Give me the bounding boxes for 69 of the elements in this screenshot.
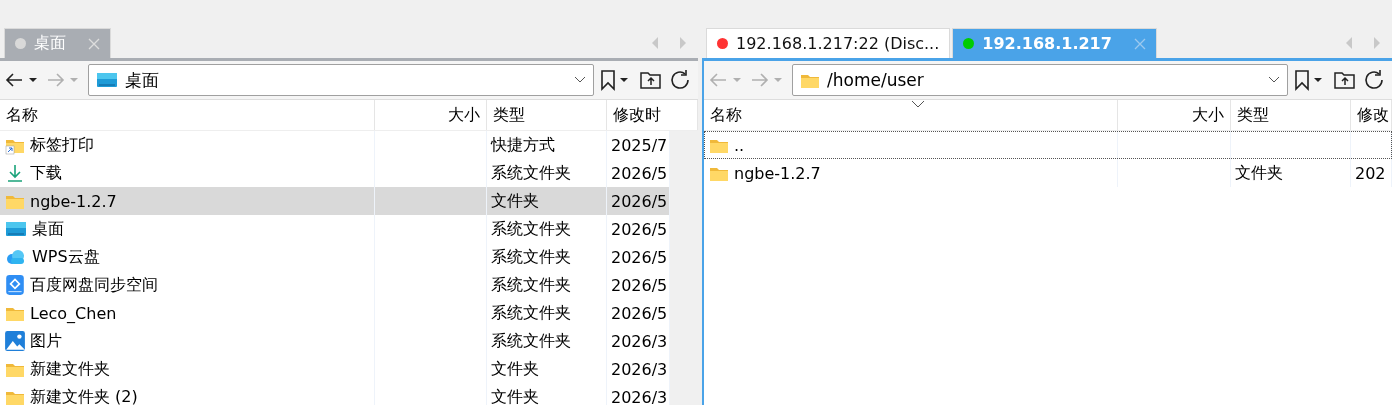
file-row[interactable]: WPS云盘 系统文件夹 2026/5 xyxy=(0,243,670,271)
file-type: 系统文件夹 xyxy=(491,274,571,296)
file-date: 2026/5 xyxy=(611,275,668,295)
file-row[interactable]: .. xyxy=(704,131,1392,159)
path-text: 桌面 xyxy=(125,68,160,92)
desktop-icon xyxy=(95,70,119,90)
file-name: .. xyxy=(734,135,745,155)
file-date: 2026/5 xyxy=(611,219,668,239)
file-row[interactable]: 桌面 系统文件夹 2026/5 xyxy=(0,215,670,243)
file-date: 2025/7 xyxy=(611,135,668,155)
file-name: 下载 xyxy=(30,162,62,184)
file-type: 快捷方式 xyxy=(491,134,555,156)
file-date: 2026/5 xyxy=(611,191,668,211)
file-name: 标签打印 xyxy=(30,134,94,156)
scrollbar[interactable] xyxy=(670,131,698,405)
file-row[interactable]: 百度网盘同步空间 系统文件夹 2026/5 xyxy=(0,271,670,299)
file-name: 新建文件夹 (2) xyxy=(30,386,138,405)
pictures-icon xyxy=(4,330,26,352)
column-header[interactable]: 名称 xyxy=(704,100,1118,130)
file-row[interactable]: 新建文件夹 (2) 文件夹 2026/3 xyxy=(0,383,670,405)
tab-label: 桌面 xyxy=(34,33,66,54)
file-row[interactable]: Leco_Chen 系统文件夹 2026/5 xyxy=(0,299,670,327)
sort-caret-icon xyxy=(910,100,925,108)
file-name: 桌面 xyxy=(32,218,64,240)
file-type: 系统文件夹 xyxy=(491,218,571,240)
file-date: 2026/3 xyxy=(611,387,668,405)
column-header[interactable]: 类型 xyxy=(487,100,607,130)
file-date: 2026/5 xyxy=(611,163,668,183)
tab-label: 192.168.1.217 xyxy=(982,34,1112,53)
file-name: 新建文件夹 xyxy=(30,358,110,380)
file-row[interactable]: ngbe-1.2.7 文件夹 202 xyxy=(704,159,1392,187)
file-type: 文件夹 xyxy=(491,190,539,212)
file-row[interactable]: 图片 系统文件夹 2026/3 xyxy=(0,327,670,355)
file-date: 2026/5 xyxy=(611,303,668,323)
file-name: WPS云盘 xyxy=(32,246,100,268)
file-type: 系统文件夹 xyxy=(491,162,571,184)
column-header[interactable]: 名称 xyxy=(0,100,375,130)
file-type: 系统文件夹 xyxy=(491,302,571,324)
column-header[interactable]: 大小 xyxy=(1118,100,1231,130)
tab-label: 192.168.1.217:22 (Disc... xyxy=(736,34,940,53)
file-name: Leco_Chen xyxy=(30,303,117,323)
dropdown-caret-icon[interactable] xyxy=(573,75,587,85)
file-name: 百度网盘同步空间 xyxy=(30,274,158,296)
file-row[interactable]: ngbe-1.2.7 文件夹 2026/5 xyxy=(0,187,670,215)
path-field[interactable]: 桌面 xyxy=(88,64,594,96)
file-type: 系统文件夹 xyxy=(491,246,571,268)
file-date: 2026/5 xyxy=(611,247,668,267)
file-date: 202 xyxy=(1355,163,1386,183)
file-date: 2026/3 xyxy=(611,331,668,351)
file-row[interactable]: 新建文件夹 文件夹 2026/3 xyxy=(0,355,670,383)
file-name: ngbe-1.2.7 xyxy=(30,191,117,211)
column-header[interactable]: 修改 xyxy=(1351,100,1392,130)
tab[interactable]: 192.168.1.217:22 (Disc... xyxy=(706,28,951,58)
desktop-icon xyxy=(4,219,28,239)
file-type: 文件夹 xyxy=(491,386,539,405)
file-type: 文件夹 xyxy=(1235,162,1283,184)
file-name: ngbe-1.2.7 xyxy=(734,163,821,183)
column-header[interactable]: 大小 xyxy=(375,100,487,130)
file-type: 系统文件夹 xyxy=(491,330,571,352)
file-name: 图片 xyxy=(30,330,62,352)
file-date: 2026/3 xyxy=(611,359,668,379)
dropdown-caret-icon[interactable] xyxy=(1267,75,1281,85)
path-field[interactable]: /home/user xyxy=(792,64,1288,96)
sync-app-icon xyxy=(4,274,26,296)
file-type: 文件夹 xyxy=(491,358,539,380)
path-text: /home/user xyxy=(827,70,925,90)
column-header[interactable]: 类型 xyxy=(1231,100,1351,130)
column-header[interactable]: 修改时 xyxy=(607,100,698,130)
file-row[interactable]: 标签打印 快捷方式 2025/7 xyxy=(0,131,670,159)
